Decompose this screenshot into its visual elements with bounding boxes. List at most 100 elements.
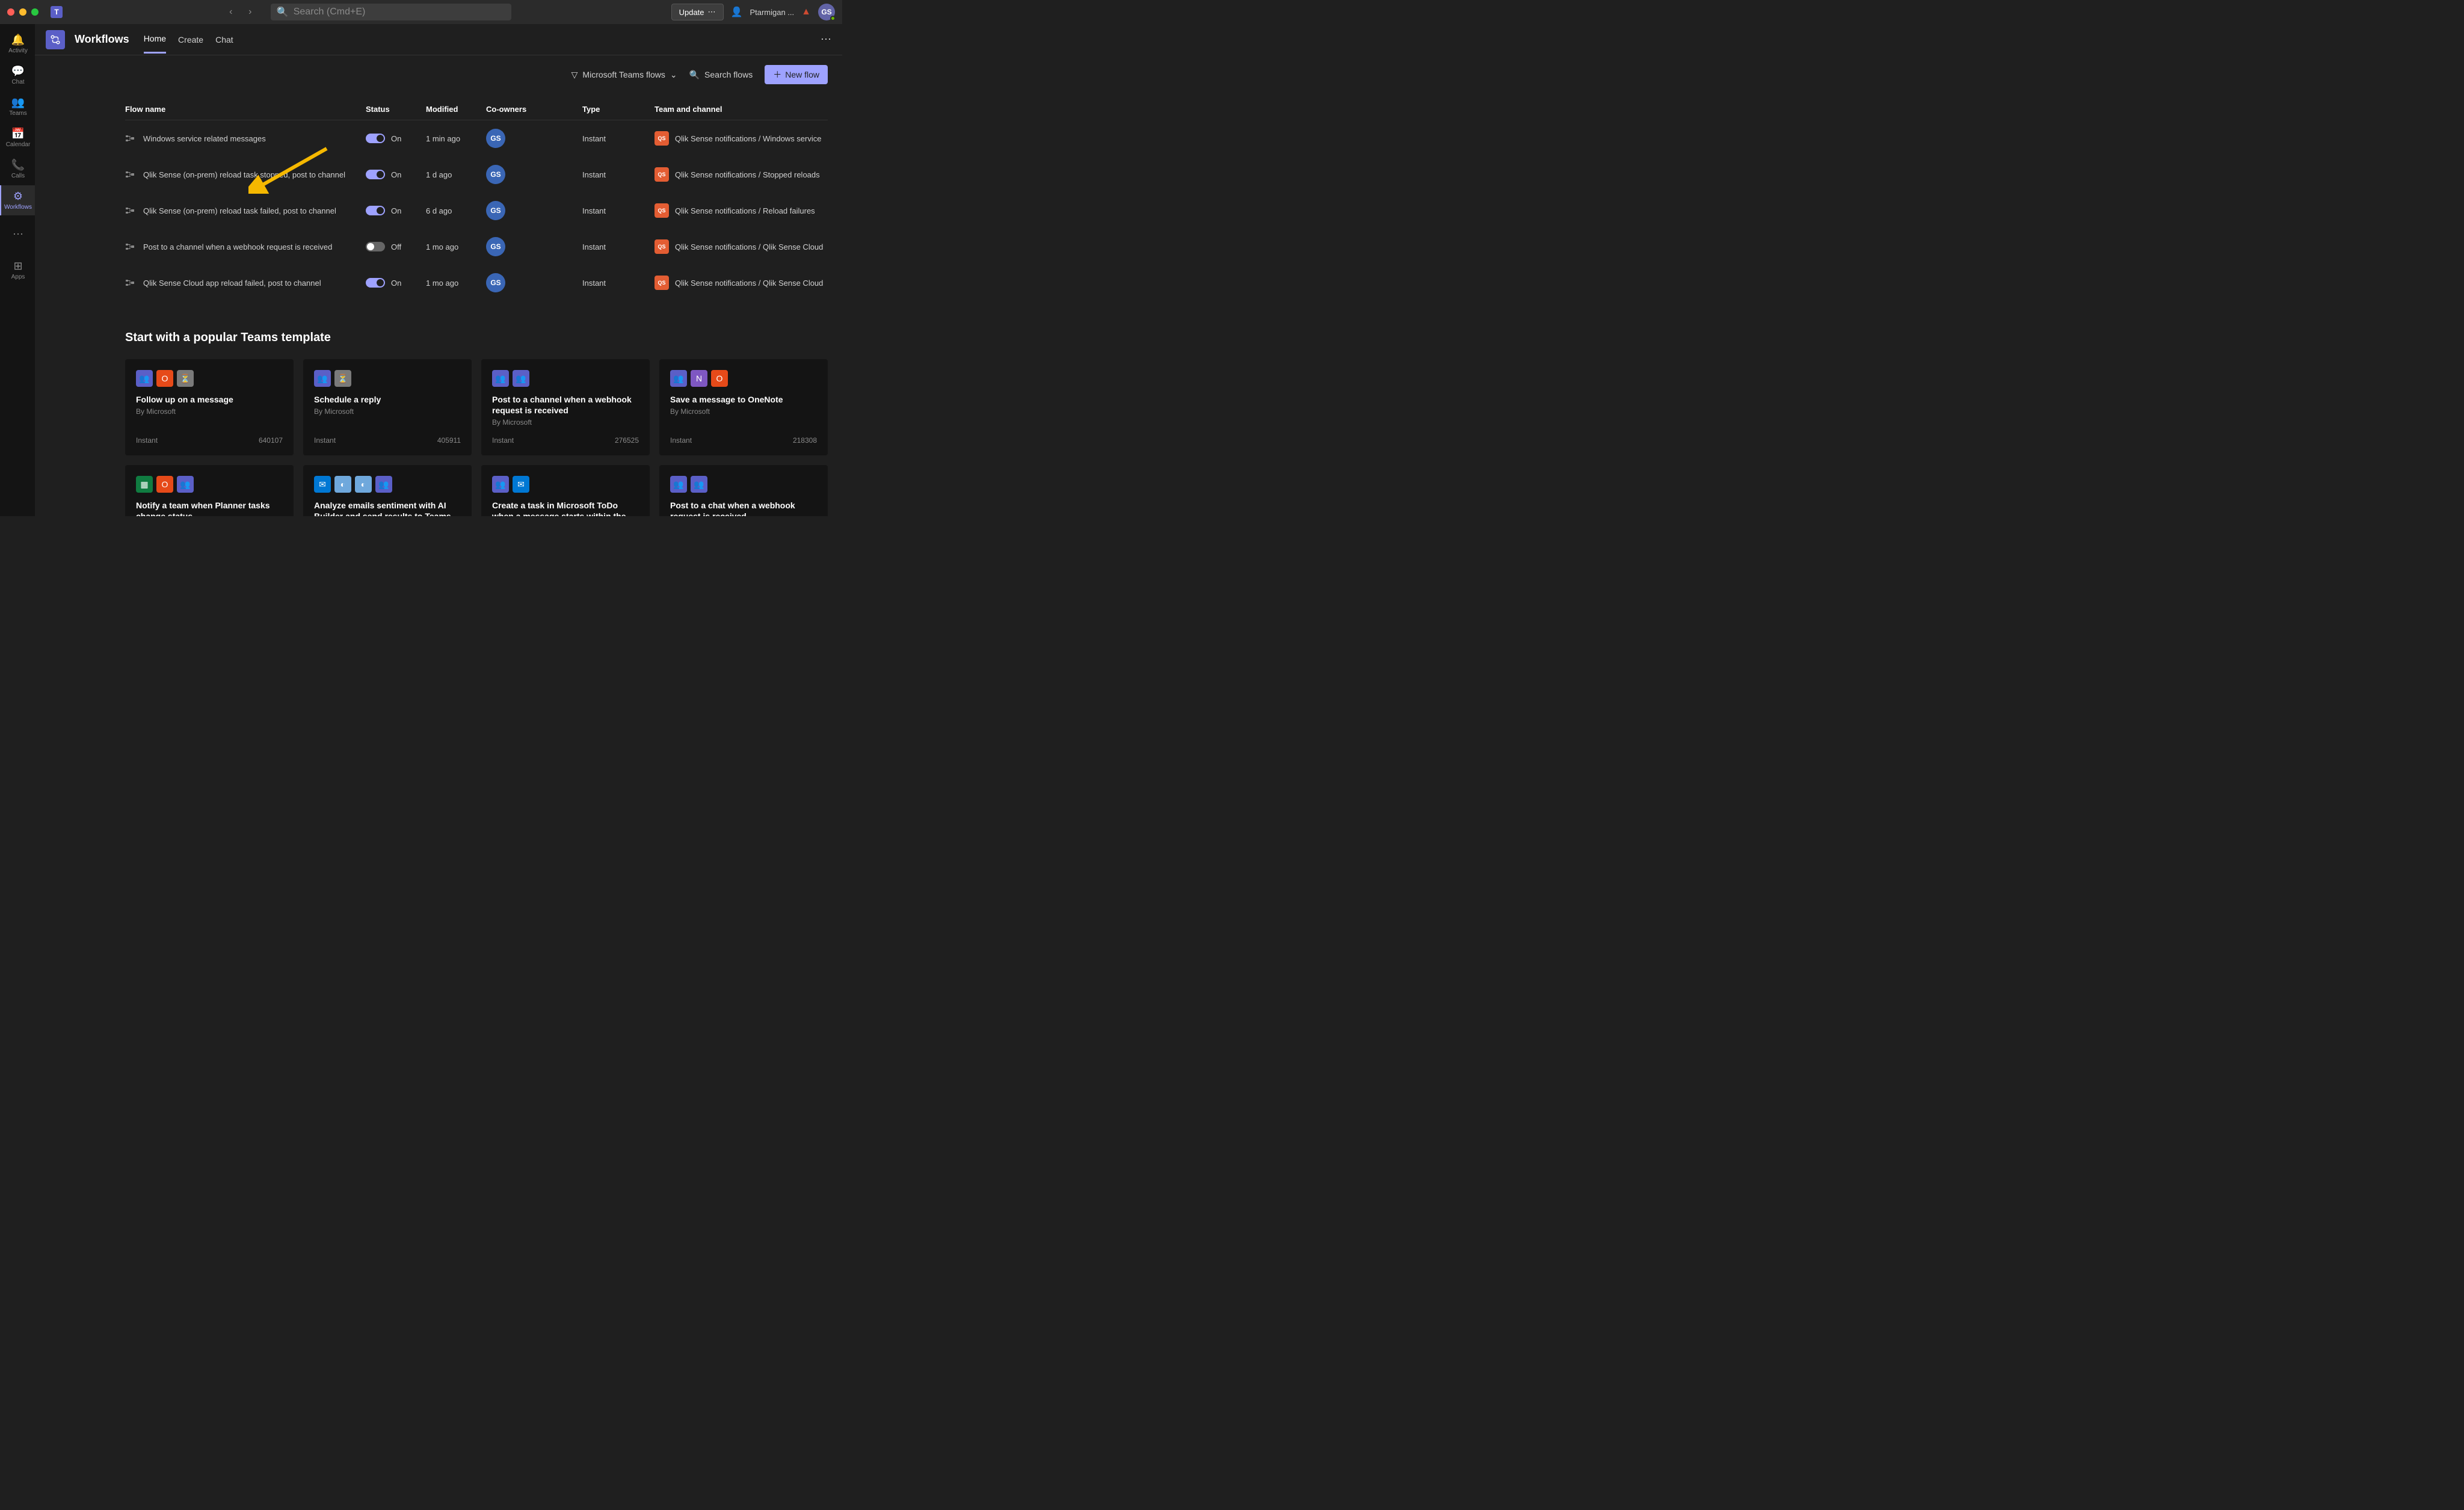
flow-name: Qlik Sense (on-prem) reload task stopped… xyxy=(143,170,345,179)
template-card[interactable]: 👥⏳ Schedule a reply By Microsoft Instant… xyxy=(303,359,472,455)
modified-label: 1 mo ago xyxy=(426,242,486,251)
flows-toolbar: ▽ Microsoft Teams flows ⌄ 🔍 Search flows… xyxy=(35,55,842,99)
sidebar-item-more[interactable]: ⋯ xyxy=(0,219,35,249)
sidebar-item-calendar[interactable]: 📅Calendar xyxy=(0,123,35,153)
apps-icon: ⊞ xyxy=(13,260,22,273)
sidebar-item-apps[interactable]: ⊞Apps xyxy=(0,255,35,285)
people-icon[interactable]: 👤 xyxy=(731,6,743,18)
type-label: Instant xyxy=(582,206,654,215)
status-label: On xyxy=(391,206,401,215)
filter-flows-dropdown[interactable]: ▽ Microsoft Teams flows ⌄ xyxy=(571,70,677,80)
column-header[interactable]: Modified xyxy=(426,105,486,114)
template-card[interactable]: 👥NO Save a message to OneNote By Microso… xyxy=(659,359,828,455)
template-card[interactable]: 👥👥 Post to a channel when a webhook requ… xyxy=(481,359,650,455)
minimize-window[interactable] xyxy=(19,8,26,16)
sidebar-label: Workflows xyxy=(4,204,32,211)
search-flows-input[interactable]: 🔍 Search flows xyxy=(689,70,753,80)
sidebar-label: Teams xyxy=(9,110,26,117)
team-channel-label: Qlik Sense notifications / Qlik Sense Cl… xyxy=(675,279,823,288)
teams-icon: 👥 xyxy=(11,96,25,109)
co-owner-avatar[interactable]: GS xyxy=(486,201,505,220)
header-more-button[interactable]: ⋯ xyxy=(821,33,831,46)
column-header[interactable]: Type xyxy=(582,105,654,114)
column-header[interactable]: Status xyxy=(366,105,426,114)
teams-icon: 👥 xyxy=(136,370,153,387)
flow-name: Qlik Sense (on-prem) reload task failed,… xyxy=(143,206,336,215)
type-label: Instant xyxy=(582,242,654,251)
status-label: Off xyxy=(391,242,401,251)
tab-home[interactable]: Home xyxy=(144,25,166,54)
template-card[interactable]: 👥✉ Create a task in Microsoft ToDo when … xyxy=(481,465,650,516)
template-card[interactable]: 👥O⏳ Follow up on a message By Microsoft … xyxy=(125,359,294,455)
status-label: On xyxy=(391,279,401,288)
co-owner-avatar[interactable]: GS xyxy=(486,273,505,292)
flow-row[interactable]: Qlik Sense Cloud app reload failed, post… xyxy=(125,265,828,301)
template-trigger: Instant xyxy=(136,436,158,445)
template-card[interactable]: ✉◐◐👥 Analyze emails sentiment with AI Bu… xyxy=(303,465,472,516)
template-card[interactable]: 👥👥 Post to a chat when a webhook request… xyxy=(659,465,828,516)
flow-row[interactable]: Qlik Sense (on-prem) reload task failed,… xyxy=(125,193,828,229)
status-toggle[interactable] xyxy=(366,206,385,215)
app-rail: 🔔Activity💬Chat👥Teams📅Calendar📞Calls⚙Work… xyxy=(0,24,35,516)
flow-type-icon xyxy=(125,242,135,251)
column-header[interactable]: Co-owners xyxy=(486,105,582,114)
sidebar-item-workflows[interactable]: ⚙Workflows xyxy=(0,185,35,215)
teams-icon: 👥 xyxy=(513,370,529,387)
purple-icon: N xyxy=(691,370,707,387)
sidebar-item-activity[interactable]: 🔔Activity xyxy=(0,29,35,59)
blue-icon: ✉ xyxy=(314,476,331,493)
nav-forward[interactable]: › xyxy=(242,4,259,20)
sidebar-item-chat[interactable]: 💬Chat xyxy=(0,60,35,90)
window-controls xyxy=(7,8,38,16)
template-title: Follow up on a message xyxy=(136,394,283,405)
office-icon: O xyxy=(711,370,728,387)
flow-type-icon xyxy=(125,278,135,288)
template-trigger: Instant xyxy=(670,436,692,445)
team-badge-icon: QS xyxy=(654,167,669,182)
template-title: Save a message to OneNote xyxy=(670,394,817,405)
teams-icon: 👥 xyxy=(670,370,687,387)
status-toggle[interactable] xyxy=(366,134,385,143)
update-button[interactable]: Update ⋯ xyxy=(671,4,724,20)
status-toggle[interactable] xyxy=(366,278,385,288)
flow-row[interactable]: Post to a channel when a webhook request… xyxy=(125,229,828,265)
filter-icon: ▽ xyxy=(571,70,578,80)
co-owner-avatar[interactable]: GS xyxy=(486,129,505,148)
tab-create[interactable]: Create xyxy=(178,26,203,53)
template-title: Post to a channel when a webhook request… xyxy=(492,394,639,416)
template-count: 640107 xyxy=(259,436,283,445)
co-owner-avatar[interactable]: GS xyxy=(486,237,505,256)
flow-row[interactable]: Windows service related messages On 1 mi… xyxy=(125,120,828,156)
close-window[interactable] xyxy=(7,8,14,16)
template-card[interactable]: ▦O👥 Notify a team when Planner tasks cha… xyxy=(125,465,294,516)
template-title: Schedule a reply xyxy=(314,394,461,405)
template-count: 218308 xyxy=(793,436,817,445)
team-channel-label: Qlik Sense notifications / Windows servi… xyxy=(675,134,821,143)
template-author: By Microsoft xyxy=(136,407,283,416)
template-count: 405911 xyxy=(437,436,461,445)
tab-chat[interactable]: Chat xyxy=(215,26,233,53)
column-header[interactable]: Flow name xyxy=(125,105,366,114)
sidebar-item-teams[interactable]: 👥Teams xyxy=(0,91,35,122)
status-toggle[interactable] xyxy=(366,242,385,251)
bluel-icon: ◐ xyxy=(334,476,351,493)
maximize-window[interactable] xyxy=(31,8,38,16)
flow-type-icon xyxy=(125,170,135,179)
warning-icon[interactable]: ▲ xyxy=(801,7,811,17)
sidebar-item-calls[interactable]: 📞Calls xyxy=(0,154,35,184)
sidebar-label: Calls xyxy=(11,173,25,179)
global-search[interactable]: 🔍 Search (Cmd+E) xyxy=(271,4,511,20)
column-header[interactable]: Team and channel xyxy=(654,105,828,114)
team-badge-icon: QS xyxy=(654,131,669,146)
team-channel-label: Qlik Sense notifications / Stopped reloa… xyxy=(675,170,820,179)
new-flow-button[interactable]: ＋ New flow xyxy=(765,65,828,84)
user-avatar[interactable]: GS xyxy=(818,4,835,20)
app-header: Workflows HomeCreateChat ⋯ xyxy=(35,24,842,55)
nav-back[interactable]: ‹ xyxy=(223,4,239,20)
presence-indicator xyxy=(830,16,836,21)
flow-row[interactable]: Qlik Sense (on-prem) reload task stopped… xyxy=(125,156,828,193)
teams-icon: 👥 xyxy=(492,476,509,493)
co-owner-avatar[interactable]: GS xyxy=(486,165,505,184)
status-label: On xyxy=(391,170,401,179)
status-toggle[interactable] xyxy=(366,170,385,179)
